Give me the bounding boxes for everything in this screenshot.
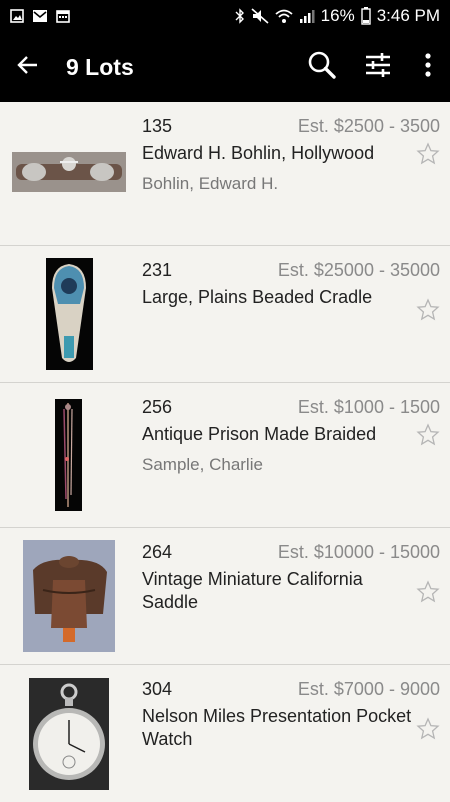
gmail-notification-icon [32, 9, 48, 23]
favorite-star-icon[interactable] [416, 580, 440, 604]
lot-number: 304 [142, 679, 173, 699]
battery-percent: 16% [320, 6, 355, 25]
lot-row[interactable]: 135 Est. $2500 - 3500 Edward H. Bohlin, … [0, 102, 450, 246]
mute-icon [251, 8, 269, 24]
lot-title: Edward H. Bohlin, Hollywood [142, 143, 375, 163]
overflow-menu-button[interactable] [406, 32, 450, 102]
lot-row[interactable]: 231 Est. $25000 - 35000 Large, Plains Be… [0, 246, 450, 383]
back-arrow-icon [16, 53, 40, 82]
lot-title: Vintage Miniature California Saddle [142, 569, 363, 612]
search-button[interactable] [294, 32, 350, 102]
lot-thumbnail-saddle [23, 540, 115, 652]
lot-estimate: Est. $2500 - 3500 [297, 116, 440, 136]
search-icon [307, 50, 337, 85]
lot-thumbnail-spurs [12, 132, 126, 212]
filter-button[interactable] [350, 32, 406, 102]
lot-thumbnail-pocket-watch [29, 678, 109, 790]
lot-estimate: Est. $1000 - 1500 [297, 397, 440, 417]
lot-number: 135 [142, 116, 173, 136]
lot-artist: Sample, Charlie [142, 455, 263, 474]
lot-thumbnail-braided [55, 399, 82, 511]
favorite-star-icon[interactable] [416, 142, 440, 166]
lot-number: 264 [142, 542, 173, 562]
lot-row[interactable]: 256 Est. $1000 - 1500 Antique Prison Mad… [0, 383, 450, 528]
gallery-notification-icon [10, 9, 24, 23]
lot-artist: Bohlin, Edward H. [142, 174, 279, 193]
lot-title: Large, Plains Beaded Cradle [142, 287, 373, 307]
signal-icon [299, 8, 315, 24]
lot-title: Antique Prison Made Braided [142, 424, 377, 444]
lot-thumbnail-cradle [46, 258, 93, 370]
lot-title: Nelson Miles Presentation Pocket Watch [142, 706, 412, 749]
favorite-star-icon[interactable] [416, 423, 440, 447]
status-bar: 16% 3:46 PM [0, 0, 450, 32]
lot-list: 135 Est. $2500 - 3500 Edward H. Bohlin, … [0, 102, 450, 802]
back-button[interactable] [0, 32, 56, 102]
lot-estimate: Est. $10000 - 15000 [277, 542, 440, 562]
battery-icon [360, 7, 371, 25]
lot-number: 231 [142, 260, 173, 280]
page-title: 9 Lots [66, 53, 134, 80]
favorite-star-icon[interactable] [416, 298, 440, 322]
bluetooth-icon [235, 8, 245, 24]
lot-estimate: Est. $25000 - 35000 [277, 260, 440, 280]
calendar-notification-icon [56, 9, 70, 23]
more-vertical-icon [425, 52, 431, 82]
favorite-star-icon[interactable] [416, 717, 440, 741]
app-bar: 9 Lots [0, 32, 450, 102]
filter-sliders-icon [364, 52, 392, 83]
lot-row[interactable]: 304 Est. $7000 - 9000 Nelson Miles Prese… [0, 665, 450, 802]
clock: 3:46 PM [376, 6, 440, 25]
lot-number: 256 [142, 397, 173, 417]
wifi-icon [275, 8, 293, 24]
lot-row[interactable]: 264 Est. $10000 - 15000 Vintage Miniatur… [0, 528, 450, 665]
lot-estimate: Est. $7000 - 9000 [297, 679, 440, 699]
